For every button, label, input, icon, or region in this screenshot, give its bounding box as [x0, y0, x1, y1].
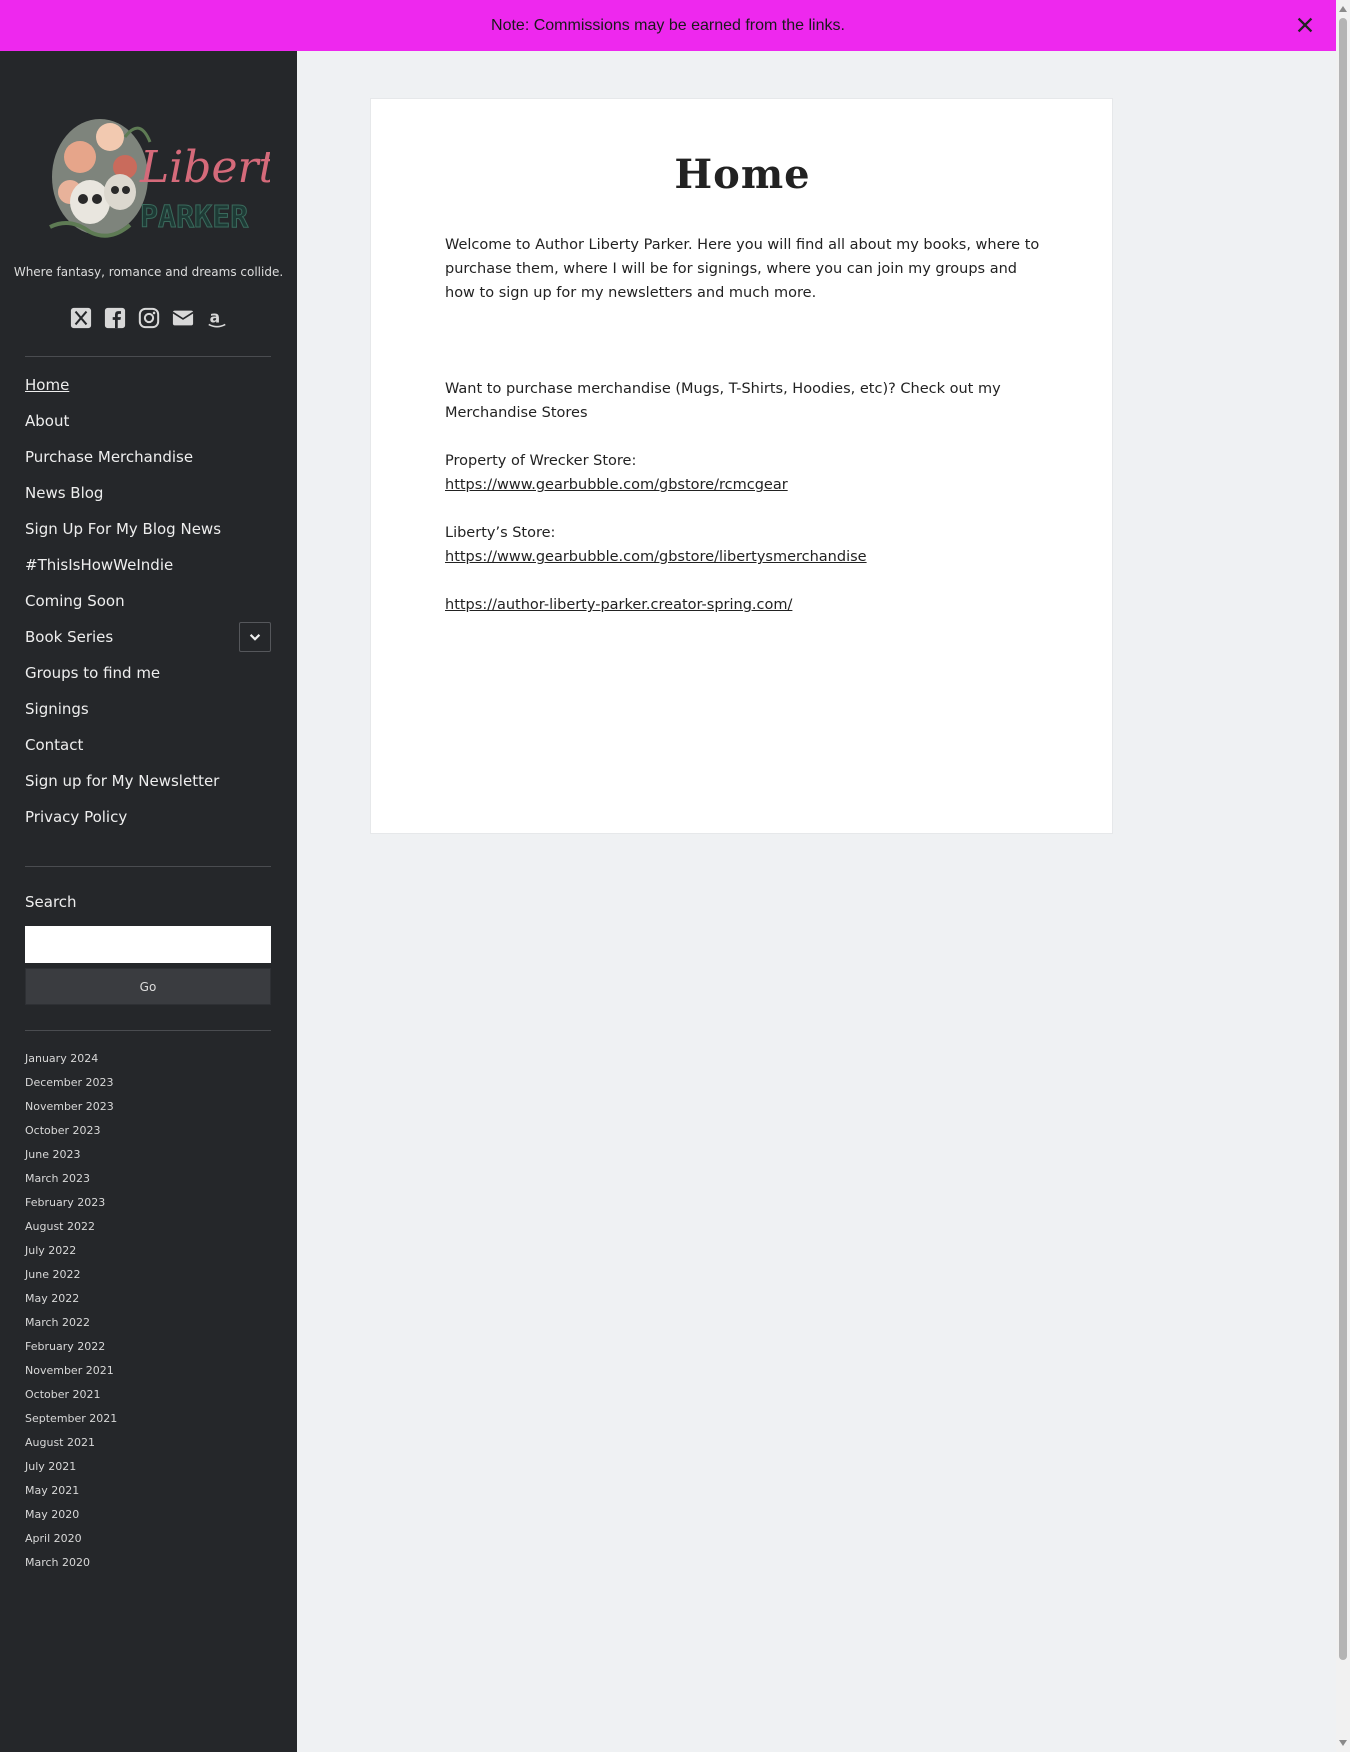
submenu-toggle-button[interactable] [239, 622, 271, 652]
archive-link[interactable]: February 2022 [25, 1335, 117, 1359]
archive-link[interactable]: October 2023 [25, 1119, 117, 1143]
chevron-down-icon [249, 634, 261, 641]
x-icon[interactable] [69, 306, 93, 330]
sidebar-divider [25, 1030, 271, 1031]
archive-link[interactable]: August 2022 [25, 1215, 117, 1239]
main-navigation: Home About Purchase Merchandise News Blo… [25, 367, 271, 835]
nav-item-groups[interactable]: Groups to find me [25, 655, 271, 691]
archive-link[interactable]: November 2023 [25, 1095, 117, 1119]
archives-list: January 2024 December 2023 November 2023… [25, 1047, 117, 1575]
close-icon[interactable] [1294, 14, 1316, 36]
scrollbar-thumb[interactable] [1339, 18, 1347, 1660]
archive-link[interactable]: September 2021 [25, 1407, 117, 1431]
amazon-icon[interactable]: a [205, 306, 229, 330]
archive-link[interactable]: May 2020 [25, 1503, 117, 1527]
nav-item-about[interactable]: About [25, 403, 271, 439]
archive-link[interactable]: March 2022 [25, 1311, 117, 1335]
email-icon[interactable] [171, 306, 195, 330]
nav-item-contact[interactable]: Contact [25, 727, 271, 763]
store-label: Property of Wrecker Store: [445, 453, 637, 469]
archive-link[interactable]: October 2021 [25, 1383, 117, 1407]
logo-script-text: Liberty [139, 142, 270, 193]
site-tagline: Where fantasy, romance and dreams collid… [13, 265, 284, 279]
archive-link[interactable]: February 2023 [25, 1191, 117, 1215]
page-content: Welcome to Author Liberty Parker. Here y… [445, 233, 1045, 617]
svg-text:a: a [209, 309, 220, 327]
nav-item-privacy-policy[interactable]: Privacy Policy [25, 799, 271, 835]
nav-item-blog-signup[interactable]: Sign Up For My Blog News [25, 511, 271, 547]
archive-link[interactable]: June 2022 [25, 1263, 117, 1287]
merch-intro-paragraph: Want to purchase merchandise (Mugs, T-Sh… [445, 381, 1001, 421]
page-scrollbar[interactable] [1336, 0, 1350, 1752]
archive-link[interactable]: July 2021 [25, 1455, 117, 1479]
nav-item-purchase-merchandise[interactable]: Purchase Merchandise [25, 439, 271, 475]
nav-item-signings[interactable]: Signings [25, 691, 271, 727]
sidebar-divider [25, 866, 271, 867]
nav-item-news-blog[interactable]: News Blog [25, 475, 271, 511]
store-link-libertys-merchandise[interactable]: https://www.gearbubble.com/gbstore/liber… [445, 549, 867, 565]
search-widget-title: Search [25, 893, 77, 911]
archive-link[interactable]: August 2021 [25, 1431, 117, 1455]
archive-link[interactable]: July 2022 [25, 1239, 117, 1263]
search-input[interactable] [25, 926, 271, 963]
archive-link[interactable]: March 2020 [25, 1551, 117, 1575]
commission-notice-bar: Note: Commissions may be earned from the… [0, 0, 1336, 51]
archive-link[interactable]: June 2023 [25, 1143, 117, 1167]
archive-link[interactable]: November 2021 [25, 1359, 117, 1383]
scroll-up-arrow-icon[interactable] [1339, 6, 1347, 12]
search-go-button[interactable]: Go [25, 968, 271, 1005]
archive-link[interactable]: December 2023 [25, 1071, 117, 1095]
sidebar-divider [25, 356, 271, 357]
social-links: a [0, 306, 297, 330]
store-link-rcmcgear[interactable]: https://www.gearbubble.com/gbstore/rcmcg… [445, 477, 788, 493]
store-link-creator-spring[interactable]: https://author-liberty-parker.creator-sp… [445, 597, 792, 613]
notice-text: Note: Commissions may be earned from the… [491, 16, 845, 34]
nav-item-book-series[interactable]: Book Series [25, 619, 271, 655]
logo-block-text: PARKER [140, 200, 249, 235]
content-card: Home Welcome to Author Liberty Parker. H… [370, 98, 1113, 834]
intro-paragraph: Welcome to Author Liberty Parker. Here y… [445, 237, 1040, 301]
page-title: Home [674, 151, 811, 198]
nav-item-coming-soon[interactable]: Coming Soon [25, 583, 271, 619]
archive-link[interactable]: January 2024 [25, 1047, 117, 1071]
archive-link[interactable]: March 2023 [25, 1167, 117, 1191]
store-label: Liberty’s Store: [445, 525, 556, 541]
nav-item-home[interactable]: Home [25, 367, 271, 403]
scroll-down-arrow-icon[interactable] [1339, 1740, 1347, 1746]
instagram-icon[interactable] [137, 306, 161, 330]
archive-link[interactable]: May 2021 [25, 1479, 117, 1503]
archive-link[interactable]: May 2022 [25, 1287, 117, 1311]
nav-item-this-is-how-we-indie[interactable]: #ThisIsHowWeIndie [25, 547, 271, 583]
archive-link[interactable]: April 2020 [25, 1527, 117, 1551]
site-logo[interactable]: Liberty PARKER [30, 97, 302, 257]
facebook-icon[interactable] [103, 306, 127, 330]
nav-item-newsletter[interactable]: Sign up for My Newsletter [25, 763, 271, 799]
sidebar: Liberty PARKER Where fantasy, romance an… [0, 51, 302, 1752]
